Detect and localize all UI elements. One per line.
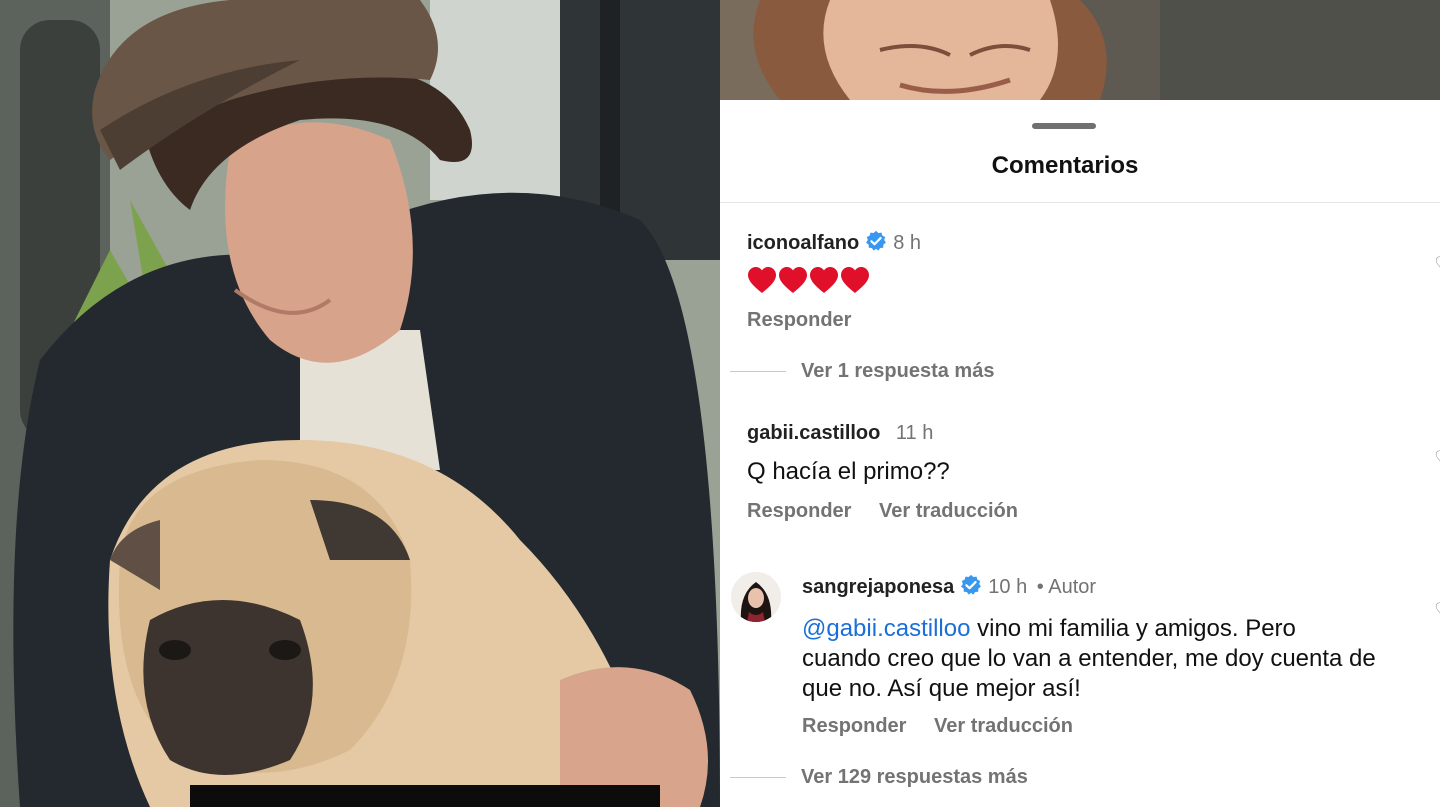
comment-header: gabii.castilloo 11 h: [747, 422, 933, 445]
reply-text-line1: @gabii.castilloo vino mi familia y amigo…: [802, 614, 1296, 644]
screenshot: Comentarios iconoalfano 8 h ❤️❤️❤️❤️ Resp…: [0, 0, 1440, 807]
reply-time: 10 h: [988, 576, 1028, 598]
author-badge: • Autor: [1036, 576, 1097, 598]
post-photo: [0, 0, 720, 807]
header-photo: [720, 0, 1440, 100]
comment-time: 8 h: [893, 232, 922, 254]
reply-text-line3: que no. Así que mejor así!: [802, 675, 1081, 702]
header-divider: [720, 202, 1440, 203]
avatar-image: [731, 572, 781, 622]
view-replies-button[interactable]: Ver 129 respuestas más: [801, 766, 1028, 789]
reply-button[interactable]: Responder: [747, 309, 851, 332]
reply-button[interactable]: Responder: [747, 500, 851, 523]
comment-hearts: ❤️❤️❤️❤️: [747, 266, 873, 301]
like-icon[interactable]: ♡: [1434, 598, 1440, 623]
avatar[interactable]: [731, 572, 781, 622]
verified-badge-icon: [961, 574, 982, 595]
drag-handle[interactable]: [1032, 123, 1096, 129]
comment-header: iconoalfano 8 h: [747, 230, 921, 255]
mention-link[interactable]: @gabii.castilloo: [802, 615, 970, 642]
translate-button[interactable]: Ver traducción: [934, 715, 1073, 738]
reply-header: sangrejaponesa 10 h • Autor: [802, 574, 1096, 599]
replies-rule: [730, 371, 786, 372]
like-icon[interactable]: ♡: [1434, 252, 1440, 277]
translate-button[interactable]: Ver traducción: [879, 500, 1018, 523]
hearts-emoji-icon: [748, 267, 869, 293]
reply-button[interactable]: Responder: [802, 715, 906, 738]
girl-smiling-illustration: [720, 0, 1440, 100]
verified-badge-icon: [866, 230, 887, 251]
reply-username[interactable]: sangrejaponesa: [802, 576, 954, 598]
like-icon[interactable]: ♡: [1434, 446, 1440, 471]
reply-text-line2: cuando creo que lo van a entender, me do…: [802, 645, 1376, 672]
comments-sheet: Comentarios iconoalfano 8 h ❤️❤️❤️❤️ Resp…: [720, 100, 1440, 807]
man-with-pug-illustration: [0, 0, 720, 807]
sheet-title: Comentarios: [991, 152, 1139, 179]
comment-username[interactable]: iconoalfano: [747, 232, 859, 254]
view-replies-button[interactable]: Ver 1 respuesta más: [801, 360, 994, 383]
comment-time: 11 h: [895, 422, 934, 444]
replies-rule: [730, 777, 786, 778]
comment-username[interactable]: gabii.castilloo: [747, 422, 880, 444]
reply-text: vino mi familia y amigos. Pero: [970, 615, 1296, 642]
comment-text: Q hacía el primo??: [747, 458, 950, 485]
comments-panel: Comentarios iconoalfano 8 h ❤️❤️❤️❤️ Resp…: [720, 0, 1440, 807]
